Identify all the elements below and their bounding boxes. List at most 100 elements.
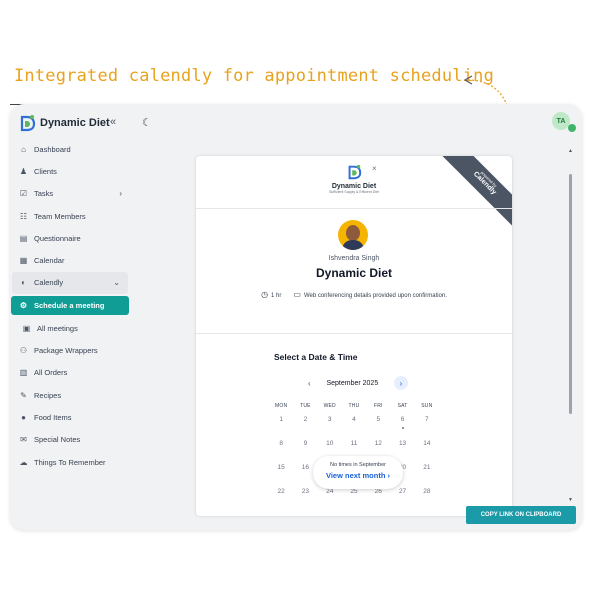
calendar-day: 25 xyxy=(350,488,358,495)
home-icon: ⌂ xyxy=(21,144,26,154)
sidebar-item-package-wrappers[interactable]: ⚇ Package Wrappers xyxy=(10,339,130,361)
calendar-day: 3 xyxy=(327,416,332,423)
logo-icon xyxy=(20,115,36,132)
brain-icon: ☁ xyxy=(19,457,28,467)
moon-icon[interactable]: ☾ xyxy=(142,116,152,129)
sidebar-item-all-meetings[interactable]: ▣ All meetings xyxy=(10,317,130,339)
host-avatar xyxy=(338,220,368,250)
app-logo[interactable]: Dynamic Diet xyxy=(18,114,110,132)
sidebar-item-label: Dashboard xyxy=(34,144,71,154)
list-icon: ▣ xyxy=(22,323,31,333)
sidebar-item-label: Tasks xyxy=(34,189,54,199)
calendar-day: 27 xyxy=(398,488,407,495)
calendar-day: 14 xyxy=(423,440,431,447)
close-icon[interactable]: × xyxy=(372,164,377,173)
sitemap-icon: ⚇ xyxy=(19,346,28,356)
calendar-day: 26 xyxy=(374,488,382,495)
logo-icon xyxy=(348,164,362,180)
weekday-label: FRI xyxy=(373,403,383,409)
calendar-day: 12 xyxy=(374,440,382,447)
sidebar-item-label: Recipes xyxy=(34,390,62,400)
sidebar-nav: ⌂ Dashboard ♟ Clients ☑ Tasks › ☷ Team Member… xyxy=(10,138,130,473)
duration-text: 1 hr xyxy=(271,293,282,299)
chevron-right-icon[interactable]: › xyxy=(394,376,408,390)
sidebar-item-all-orders[interactable]: ▥ All Orders xyxy=(10,362,130,384)
weekday-label: SAT xyxy=(397,403,408,409)
sidebar-item-recipes[interactable]: ✎ Recipes xyxy=(10,384,130,406)
video-icon: ▭ xyxy=(293,290,301,299)
chevron-right-icon: › xyxy=(119,189,122,199)
event-name: Dynamic Diet xyxy=(315,266,393,280)
user-status-icon xyxy=(568,124,576,132)
weekday-label: WED xyxy=(323,403,336,409)
sidebar-item-calendly[interactable]: ◐ Calendly ⌄ xyxy=(12,271,128,295)
calendar-day: 22 xyxy=(277,488,285,495)
event-details: ◷ 1 hr ▭ Web conferencing details provided… xyxy=(196,290,512,299)
sidebar-item-special-notes[interactable]: ✉ Special Notes xyxy=(10,429,130,451)
calendar-day: 15 xyxy=(277,464,285,471)
checkbox-icon: ☑ xyxy=(19,189,28,199)
location-detail: ▭ Web conferencing details provided upon … xyxy=(293,290,447,299)
weekday-label: SUN xyxy=(421,403,433,409)
calendar-day: 9 xyxy=(303,440,308,447)
sidebar-item-label: Food Items xyxy=(34,412,72,422)
calendar-day: 4 xyxy=(352,416,356,423)
annotation-caption: Integrated calendly for appointment sche… xyxy=(14,66,495,86)
sidebar-item-things-to-remember[interactable]: ☁ Things To Remember xyxy=(10,451,130,473)
no-times-popover: No times in September View next month › xyxy=(313,456,403,489)
calendar-day: 8 xyxy=(279,440,283,447)
copy-link-button[interactable]: COPY LINK ON CLIPBOARD xyxy=(466,506,576,524)
scrollbar-thumb[interactable] xyxy=(569,174,572,414)
calendar-day: 21 xyxy=(423,464,431,471)
clock-icon: ◷ xyxy=(261,290,269,299)
calendar-day: 1 xyxy=(279,416,283,423)
calendar-day: 5 xyxy=(376,416,381,423)
scroll-up-icon[interactable]: ▲ xyxy=(568,148,573,154)
calendar-day: 28 xyxy=(423,488,431,495)
scroll-down-icon[interactable]: ▼ xyxy=(568,497,573,503)
calendar-day-today: 6 xyxy=(390,416,414,429)
sidebar-item-label: Package Wrappers xyxy=(34,346,98,356)
chevron-left-icon[interactable]: ‹ xyxy=(308,379,311,388)
sidebar-item-label: All Orders xyxy=(34,368,68,378)
divider xyxy=(196,333,512,334)
sidebar-item-food-items[interactable]: ● Food Items xyxy=(10,406,130,428)
calendly-icon: ◐ xyxy=(21,278,26,288)
host-body xyxy=(342,240,364,250)
sidebar-item-label: Questionnaire xyxy=(34,233,81,243)
no-times-message: No times in September xyxy=(330,462,386,468)
sidebar-item-dashboard[interactable]: ⌂ Dashboard xyxy=(10,138,130,160)
chevron-right-icon: › xyxy=(387,471,391,480)
view-next-month-label: View next month xyxy=(325,471,386,480)
calendar-day: 10 xyxy=(326,440,334,447)
sidebar-item-tasks[interactable]: ☑ Tasks › xyxy=(10,183,130,205)
calendar-day: 23 xyxy=(301,488,310,495)
section-title: Select a Date & Time xyxy=(274,352,358,362)
double-chevron-left-icon[interactable]: « xyxy=(110,116,116,128)
weekday-label: THU xyxy=(348,403,360,409)
booking-logo-name: Dynamic Diet xyxy=(331,183,377,190)
calendar-day: 24 xyxy=(326,488,334,495)
recipe-icon: ✎ xyxy=(20,390,27,400)
sidebar-item-team-members[interactable]: ☷ Team Members xyxy=(10,205,130,227)
divider xyxy=(196,208,512,209)
sidebar-item-schedule-meeting[interactable]: ⚙ Schedule a meeting xyxy=(11,296,129,316)
sidebar-item-calendar[interactable]: ▦ Calendar xyxy=(10,249,130,271)
sidebar-item-label: Things To Remember xyxy=(34,457,106,467)
sidebar-item-label: Schedule a meeting xyxy=(34,301,105,311)
host-name: Ishvendra Singh xyxy=(328,255,380,262)
duration-detail: ◷ 1 hr xyxy=(261,290,281,299)
sidebar-item-label: Calendar xyxy=(34,256,65,266)
chevron-down-icon: ⌄ xyxy=(113,278,120,288)
view-next-month-link[interactable]: View next month › xyxy=(313,471,403,480)
calendar-day: 13 xyxy=(398,440,407,447)
sidebar-item-questionnaire[interactable]: ▤ Questionnaire xyxy=(10,227,130,249)
month-label: September 2025 xyxy=(326,379,379,387)
notes-icon: ✉ xyxy=(20,435,27,445)
sidebar-item-clients[interactable]: ♟ Clients xyxy=(10,160,130,182)
calendar-day: 2 xyxy=(303,416,308,423)
app-window: Dynamic Diet « ☾ ⌂ Dashboard ♟ Clients ☑ Ta… xyxy=(10,104,582,530)
sidebar-item-label: Team Members xyxy=(34,211,86,221)
user-icon: ♟ xyxy=(19,166,28,176)
sidebar-item-label: Special Notes xyxy=(34,435,81,445)
